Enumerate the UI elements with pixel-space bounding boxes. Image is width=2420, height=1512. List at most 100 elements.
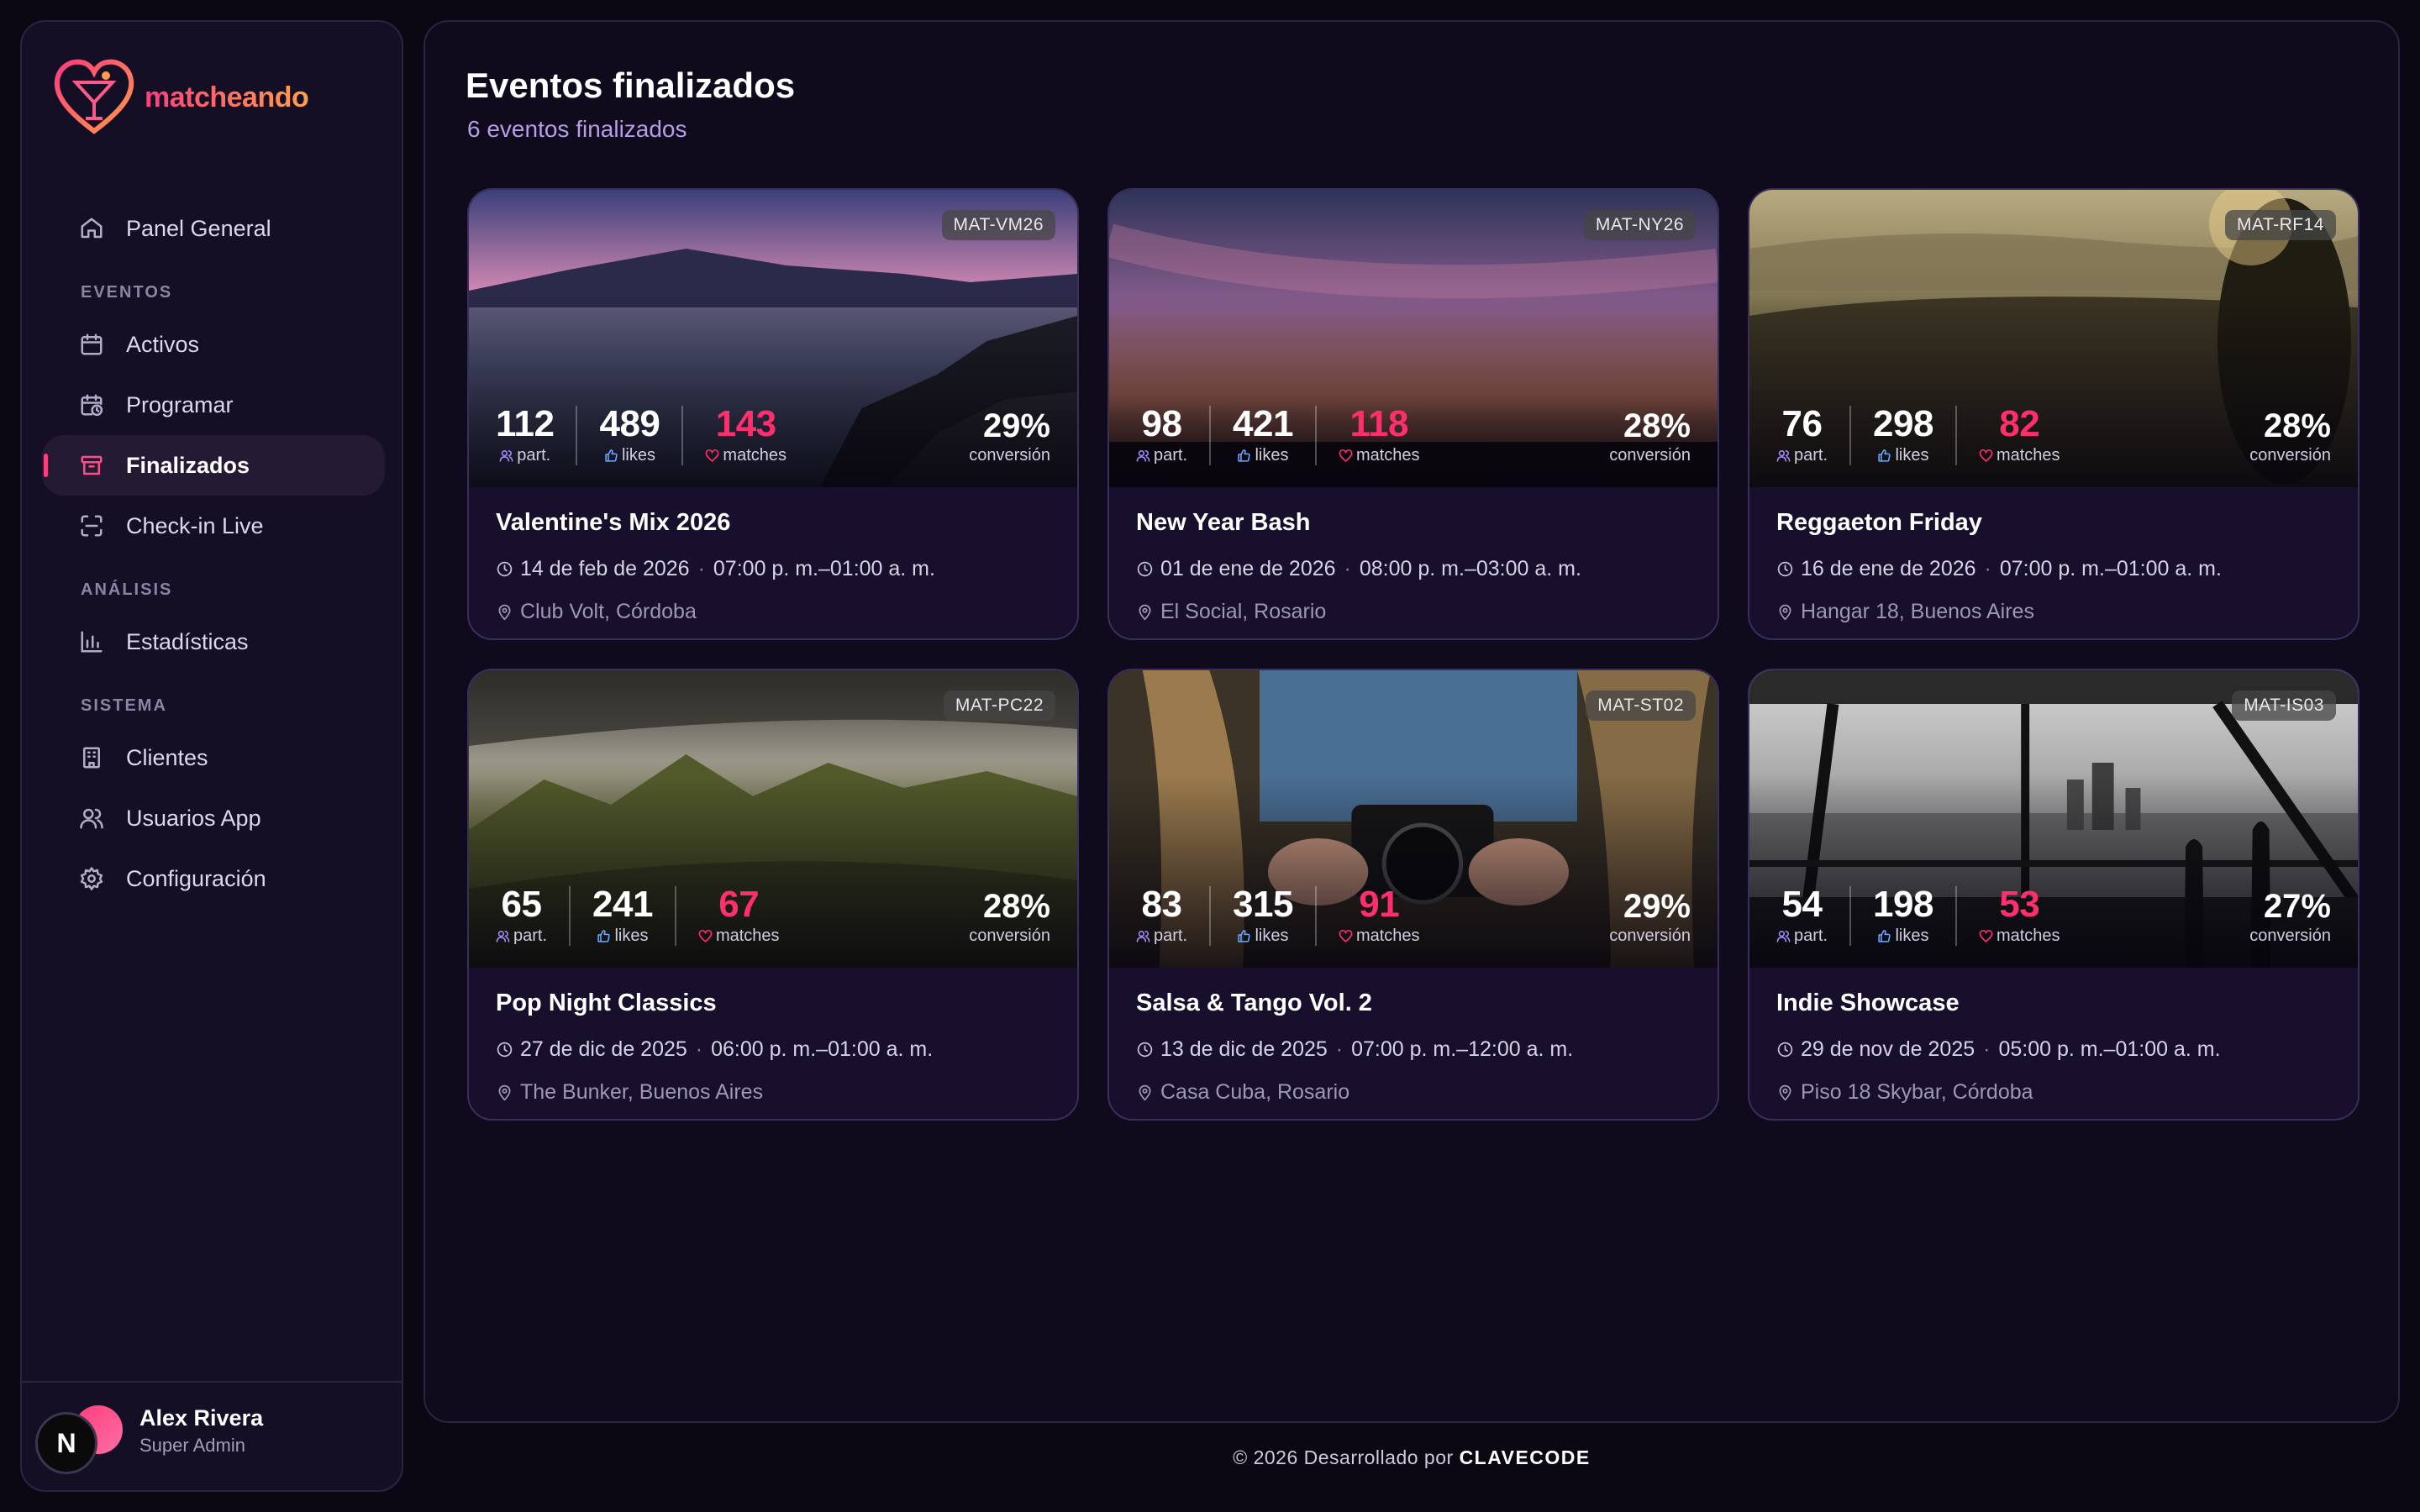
sidebar-item-panel-general[interactable]: Panel General (42, 198, 385, 259)
sidebar-item-estadisticas[interactable]: Estadísticas (42, 612, 385, 672)
event-datetime: 29 de nov de 2025 · 05:00 p. m.–01:00 a.… (1776, 1037, 2331, 1062)
event-image: MAT-ST02 83 part. 315 likes 91 matches 2… (1109, 670, 1718, 968)
users-icon (1136, 450, 1150, 462)
conversion-label: conversión (1609, 446, 1691, 465)
likes-label-text: likes (1895, 446, 1929, 465)
participants-label: part. (1136, 446, 1187, 465)
brand-logo[interactable]: matcheando (50, 55, 309, 139)
likes-label-text: likes (1895, 927, 1929, 945)
event-title: Valentine's Mix 2026 (496, 509, 731, 536)
event-time: 07:00 p. m.–01:00 a. m. (1999, 557, 2222, 580)
event-location-text: Hangar 18, Buenos Aires (1801, 600, 2034, 623)
scan-icon (79, 513, 104, 538)
event-code-badge: MAT-RF14 (2225, 210, 2336, 240)
building-icon (79, 745, 104, 770)
likes-label-text: likes (614, 927, 649, 945)
likes-count: 489 (599, 403, 660, 444)
event-image: MAT-IS03 54 part. 198 likes 53 matches 2… (1749, 670, 2358, 968)
event-title: Salsa & Tango Vol. 2 (1136, 990, 1372, 1016)
event-card[interactable]: MAT-ST02 83 part. 315 likes 91 matches 2… (1107, 669, 1719, 1121)
stat-matches: 82 matches (1954, 403, 2082, 465)
sidebar-item-clientes[interactable]: Clientes (42, 727, 385, 788)
sidebar-item-programar[interactable]: Programar (42, 375, 385, 435)
event-location: Hangar 18, Buenos Aires (1776, 600, 2331, 624)
stat-likes: 489 likes (576, 406, 681, 465)
event-title: New Year Bash (1136, 509, 1311, 536)
stat-conversion: 29% conversión (1609, 890, 1691, 946)
thumbs-up-icon (605, 449, 618, 462)
event-location: The Bunker, Buenos Aires (496, 1080, 1050, 1105)
sidebar-section-analisis: ANÁLISIS (81, 580, 173, 599)
likes-count: 298 (1873, 403, 1933, 444)
likes-label-text: likes (621, 446, 655, 465)
stat-participants: 65 part. (496, 886, 569, 946)
event-card[interactable]: MAT-IS03 54 part. 198 likes 53 matches 2… (1748, 669, 2360, 1121)
event-location-text: Piso 18 Skybar, Córdoba (1801, 1080, 2033, 1104)
stat-conversion: 29% conversión (969, 409, 1050, 465)
conversion-rate: 27% (2263, 888, 2331, 925)
stat-participants: 76 part. (1776, 406, 1849, 465)
sidebar-item-check-in-live[interactable]: Check-in Live (42, 496, 385, 556)
sidebar-item-usuarios-app[interactable]: Usuarios App (42, 788, 385, 848)
sidebar-item-finalizados[interactable]: Finalizados (42, 435, 385, 496)
separator-dot: · (695, 1037, 703, 1061)
event-location-text: The Bunker, Buenos Aires (520, 1080, 764, 1104)
event-code-badge: MAT-VM26 (941, 210, 1055, 240)
matches-label: matches (705, 446, 786, 465)
matches-count: 143 (715, 403, 776, 444)
matches-count: 67 (718, 884, 760, 925)
separator-dot: · (1335, 1037, 1344, 1061)
users-icon (1776, 450, 1791, 462)
sidebar-section-sistema: SISTEMA (81, 696, 167, 715)
matches-label: matches (1979, 446, 2060, 465)
separator-dot: · (1984, 557, 1991, 580)
conversion-label: conversión (2249, 927, 2331, 945)
sidebar-nav: Panel General EVENTOS Activos Programar … (42, 198, 385, 909)
stat-likes: 198 likes (1849, 886, 1955, 946)
sidebar-item-label: Check-in Live (126, 512, 264, 538)
clock-icon (1137, 1042, 1153, 1058)
event-date: 29 de nov de 2025 (1801, 1037, 1975, 1061)
map-pin-icon (1139, 604, 1151, 621)
event-stats: 54 part. 198 likes 53 matches (1776, 886, 2082, 946)
stat-participants: 54 part. (1776, 886, 1849, 946)
event-card[interactable]: MAT-VM26 112 part. 489 likes 143 matches… (467, 188, 1079, 640)
footer: © 2026 Desarrollado por CLAVECODE (424, 1446, 2400, 1469)
likes-label: likes (1237, 927, 1289, 946)
likes-label-text: likes (1255, 446, 1289, 465)
stat-likes: 421 likes (1209, 406, 1315, 465)
event-card[interactable]: MAT-RF14 76 part. 298 likes 82 matches 2… (1748, 188, 2360, 640)
participants-count: 76 (1781, 403, 1823, 444)
likes-count: 421 (1233, 403, 1293, 444)
event-image: MAT-RF14 76 part. 298 likes 82 matches 2… (1749, 190, 2358, 487)
sidebar-item-configuracion[interactable]: Configuración (42, 848, 385, 909)
stat-conversion: 27% conversión (2249, 890, 2331, 946)
event-stats: 112 part. 489 likes 143 matches (496, 406, 808, 465)
conversion-rate: 29% (982, 407, 1050, 444)
event-time: 07:00 p. m.–01:00 a. m. (713, 557, 935, 580)
event-time: 05:00 p. m.–01:00 a. m. (1998, 1037, 2221, 1061)
event-location-text: Club Volt, Córdoba (520, 600, 697, 623)
event-details: Salsa & Tango Vol. 2 13 de dic de 2025 ·… (1109, 968, 1718, 1119)
sidebar-item-label: Configuración (126, 865, 266, 891)
clock-icon (1777, 561, 1793, 577)
event-title: Indie Showcase (1776, 990, 1960, 1016)
user-role: Super Admin (139, 1434, 245, 1456)
event-card[interactable]: MAT-NY26 98 part. 421 likes 118 matches … (1107, 188, 1719, 640)
heart-icon (1339, 929, 1353, 942)
user-profile[interactable]: N Alex Rivera Super Admin (22, 1381, 402, 1490)
participants-label: part. (1776, 927, 1828, 946)
heart-icon (706, 449, 719, 462)
event-card[interactable]: MAT-PC22 65 part. 241 likes 67 matches 2… (467, 669, 1079, 1121)
stat-matches: 118 matches (1314, 406, 1442, 465)
sidebar-item-label: Clientes (126, 744, 208, 770)
sidebar-item-activos[interactable]: Activos (42, 314, 385, 375)
matches-count: 82 (1999, 403, 2040, 444)
avatar[interactable]: N (35, 1399, 128, 1474)
participants-label-text: part. (1154, 446, 1188, 465)
user-info: Alex Rivera Super Admin (139, 1405, 263, 1457)
calendar-icon (79, 332, 104, 357)
event-title: Pop Night Classics (496, 990, 717, 1016)
bar-chart-icon (79, 629, 104, 654)
footer-brand[interactable]: CLAVECODE (1460, 1446, 1591, 1468)
